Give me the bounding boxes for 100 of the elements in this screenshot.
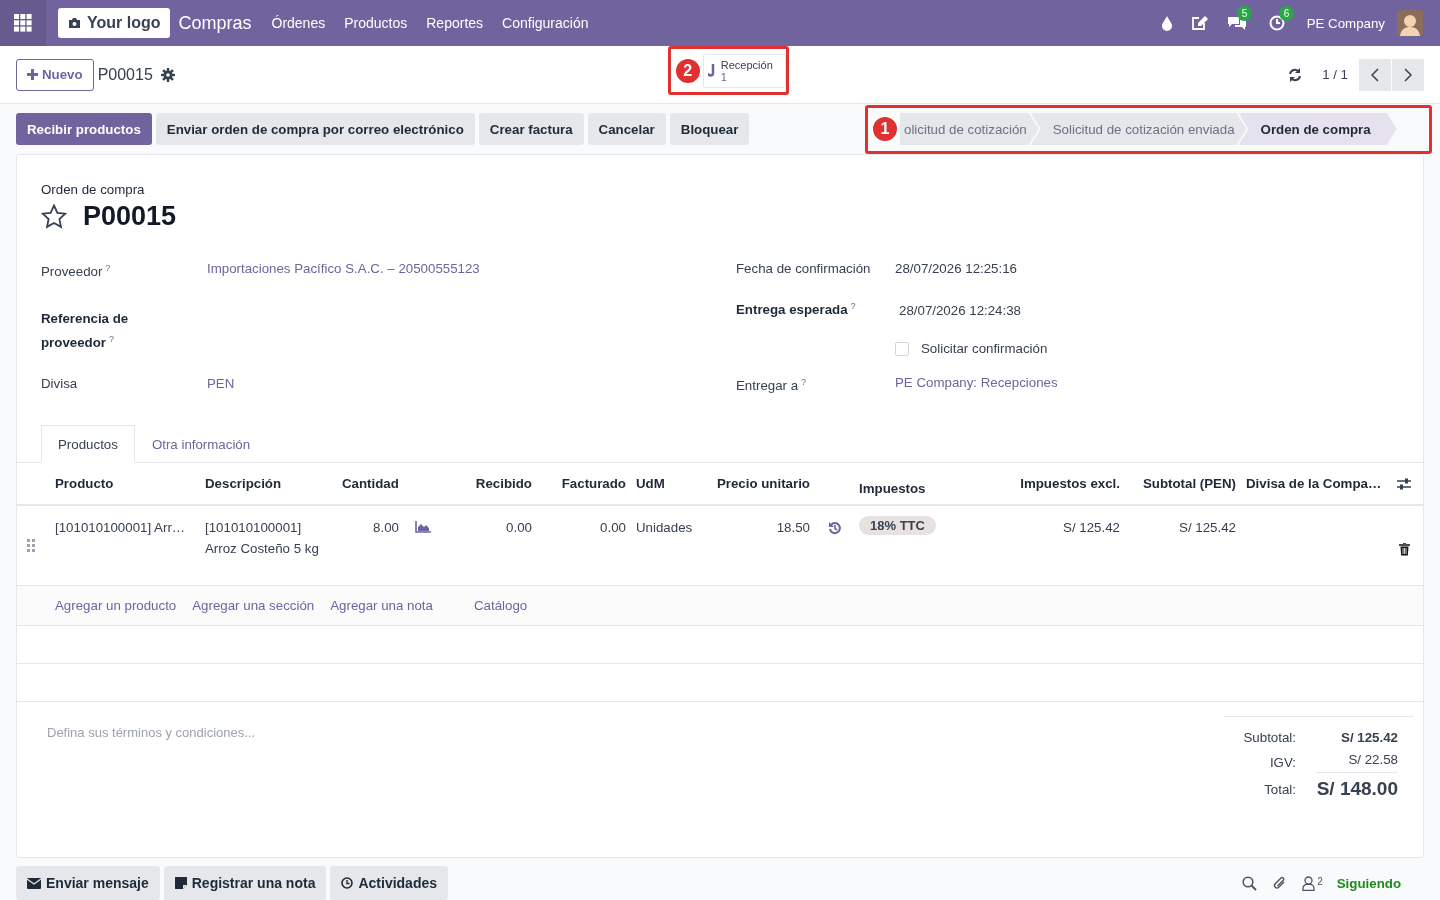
search-icon[interactable] xyxy=(1242,875,1258,891)
add-line-link[interactable]: Agregar un producto xyxy=(55,598,177,614)
following-button[interactable]: Siguiendo xyxy=(1330,874,1407,892)
menu-item[interactable]: Productos xyxy=(344,15,408,31)
add-line-link[interactable]: Catálogo xyxy=(473,598,528,614)
action-button[interactable]: Recibir productos xyxy=(16,113,152,145)
table-cell-text: [101010100001] Arr… xyxy=(54,519,187,538)
column-header[interactable]: Impuestos excl. xyxy=(980,476,1126,492)
envelope-icon xyxy=(27,877,41,889)
table-cell-text: 8.00 xyxy=(372,519,400,538)
field-link[interactable]: Importaciones Pacífico S.A.C. – 20500555123 xyxy=(207,261,480,276)
checkbox[interactable] xyxy=(895,342,909,356)
field-label: Divisa xyxy=(41,375,79,394)
tab[interactable]: Productos xyxy=(41,425,135,464)
action-button[interactable]: Crear factura xyxy=(478,113,584,145)
chevron-right-icon xyxy=(1404,67,1412,82)
note-icon xyxy=(174,877,187,889)
avatar-icon[interactable] xyxy=(1397,10,1423,36)
chevron-left-icon xyxy=(1371,67,1379,82)
field-label: Entregar a $^{?}$ xyxy=(736,376,808,396)
record-name: P00015 xyxy=(97,65,153,84)
column-header[interactable]: Precio unitario xyxy=(707,476,816,492)
field-value: 28/07/2026 12:25:16 xyxy=(895,261,1017,276)
status-step[interactable]: olicitud de cotización xyxy=(900,113,1039,145)
edit-icon[interactable] xyxy=(1190,15,1209,31)
annotation-number: 1 xyxy=(871,115,899,143)
company-name[interactable]: PE Company xyxy=(1306,15,1385,31)
gear-icon[interactable] xyxy=(160,67,175,82)
chatter-button[interactable]: Enviar mensaje xyxy=(16,866,160,900)
menu-item[interactable]: Órdenes xyxy=(271,15,326,31)
hook-icon xyxy=(707,63,716,78)
total-value: S/ 148.00 xyxy=(1315,778,1398,801)
table-cell-text: 18.50 xyxy=(775,519,811,538)
table-cell-text: 0.00 xyxy=(505,519,533,538)
tax-tag: 18% TTC xyxy=(859,516,936,536)
total-label: Total: xyxy=(1263,781,1296,797)
field-label: Entrega esperada $^{?}$ xyxy=(736,300,857,320)
previous-button[interactable] xyxy=(1359,58,1391,91)
new-button[interactable]: Nuevo xyxy=(16,58,94,91)
history-icon[interactable] xyxy=(828,521,842,536)
field-label: Proveedor $^{?}$ xyxy=(41,262,112,282)
column-header[interactable]: Impuestos xyxy=(849,471,980,496)
user-icon xyxy=(1302,875,1316,891)
column-header[interactable]: Descripción xyxy=(195,476,332,492)
checkbox-label: Solicitar confirmación xyxy=(921,340,1048,358)
action-button[interactable]: Bloquear xyxy=(669,113,750,145)
company-logo[interactable]: Your logo xyxy=(58,8,171,38)
chatter-button[interactable]: Actividades xyxy=(330,866,449,900)
plus-icon xyxy=(27,69,38,80)
document-type-label: Orden de compra xyxy=(41,182,146,197)
field-label: Referencia de proveedor $^{?}$ xyxy=(41,310,130,353)
pager-counter[interactable]: 1 / 1 xyxy=(1322,67,1348,82)
total-label: Subtotal: xyxy=(1242,729,1296,745)
drop-icon[interactable] xyxy=(1160,15,1173,31)
tab[interactable]: Otra información xyxy=(134,425,268,464)
field-link[interactable]: PEN xyxy=(207,376,235,392)
receipt-smart-button[interactable]: Recepción 1 xyxy=(702,53,786,88)
table-cell-text: S/ 125.42 xyxy=(1178,519,1237,538)
followers-button[interactable]: 2 xyxy=(1302,875,1323,891)
menu-item[interactable]: Reportes xyxy=(426,15,484,31)
clock-icon[interactable] xyxy=(1268,15,1285,31)
next-button[interactable] xyxy=(1392,58,1424,91)
table-cell-text: S/ 125.42 xyxy=(1062,519,1121,538)
total-label: IGV: xyxy=(1268,754,1296,770)
chatter-button[interactable]: Registrar una nota xyxy=(163,866,327,900)
add-line-link[interactable]: Agregar una nota xyxy=(330,598,433,614)
status-step[interactable]: Solicitud de cotización enviada xyxy=(1030,113,1247,145)
area-chart-icon[interactable] xyxy=(415,521,431,534)
column-header[interactable]: UdM xyxy=(632,476,707,492)
table-cell-text: [101010100001] Arroz Costeño 5 kg xyxy=(204,519,320,559)
app-name[interactable]: Compras xyxy=(178,12,252,34)
trash-icon[interactable] xyxy=(1398,543,1410,557)
count-badge: 6 xyxy=(1278,6,1295,21)
action-button[interactable]: Cancelar xyxy=(587,113,666,145)
menu-item[interactable]: Configuración xyxy=(502,15,589,31)
drag-handle-icon[interactable] xyxy=(27,539,35,553)
field-value: 28/07/2026 12:24:38 xyxy=(899,303,1021,318)
annotation-number: 2 xyxy=(673,56,702,85)
field-label: Fecha de confirmación xyxy=(736,260,872,278)
status-step[interactable]: Orden de compra xyxy=(1238,113,1397,145)
column-header[interactable]: Divisa de la Compa… xyxy=(1242,476,1385,492)
action-button[interactable]: Enviar orden de compra por correo electrónico xyxy=(155,113,475,145)
column-settings-icon[interactable] xyxy=(1396,476,1412,491)
document-name: P00015 xyxy=(83,201,177,232)
refresh-icon[interactable] xyxy=(1288,67,1303,82)
clock-icon xyxy=(341,877,354,889)
column-header[interactable]: Recibido xyxy=(440,476,538,492)
column-header[interactable]: Subtotal (PEN) xyxy=(1126,476,1242,492)
apps-menu-icon[interactable] xyxy=(0,0,46,46)
add-line-link[interactable]: Agregar una sección xyxy=(192,598,315,614)
count-badge: 5 xyxy=(1236,6,1253,21)
chat-icon[interactable] xyxy=(1226,15,1247,31)
total-value: S/ 125.42 xyxy=(1340,729,1398,745)
star-icon[interactable] xyxy=(41,204,67,229)
field-link[interactable]: PE Company: Recepciones xyxy=(895,375,1058,390)
total-value: S/ 22.58 xyxy=(1316,751,1398,773)
column-header[interactable]: Cantidad xyxy=(332,476,405,492)
column-header[interactable]: Facturado xyxy=(538,476,632,492)
column-header[interactable]: Producto xyxy=(45,476,195,492)
table-cell-text: Unidades xyxy=(635,519,694,538)
